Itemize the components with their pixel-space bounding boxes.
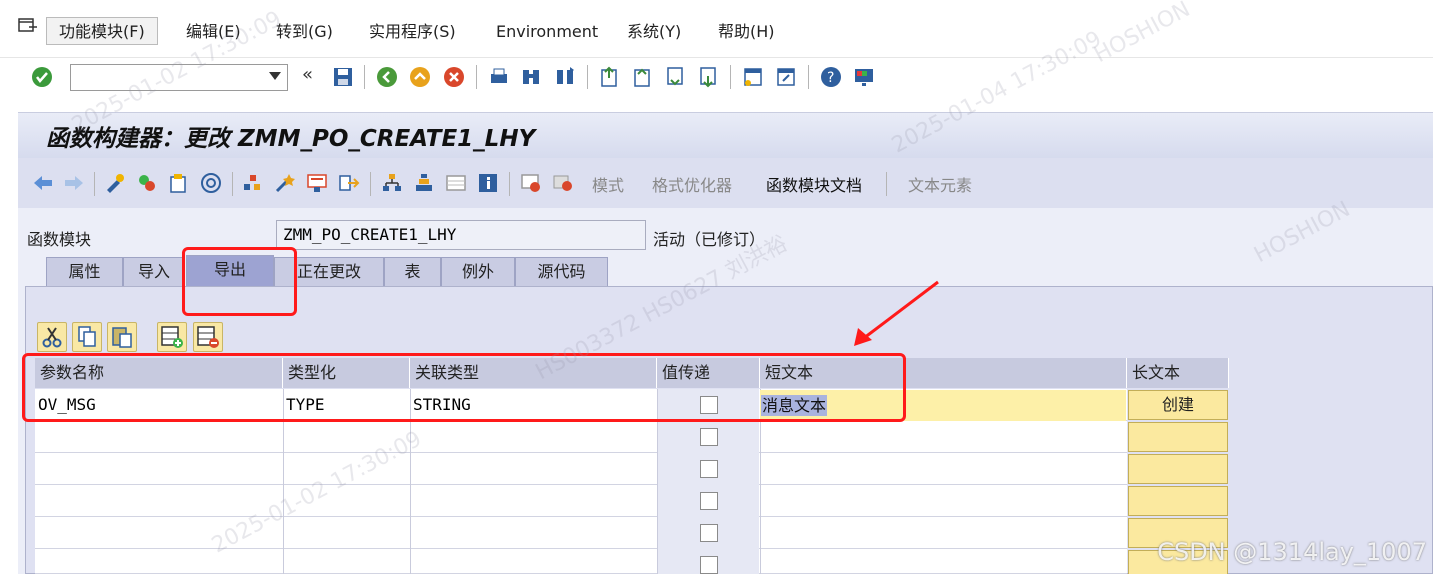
shortcut-icon[interactable] — [775, 66, 797, 88]
menu-environment[interactable]: Environment — [484, 18, 610, 46]
create-session-icon[interactable] — [742, 66, 764, 88]
dropdown-arrow-icon[interactable] — [269, 72, 281, 80]
display-change-icon[interactable] — [104, 172, 126, 194]
menu-goto[interactable]: 转到(G) — [264, 18, 345, 46]
active-inactive-icon[interactable] — [136, 172, 158, 194]
pass-value-checkbox[interactable] — [700, 556, 718, 574]
command-field[interactable] — [70, 64, 288, 91]
table-row — [35, 421, 1127, 453]
menu-function-module[interactable]: 功能模块(F) — [46, 17, 158, 45]
annotation-arrow-icon — [854, 280, 939, 346]
status-text: 活动（已修订） — [653, 230, 766, 249]
toolbar-separator — [808, 65, 809, 89]
table-row — [35, 517, 1127, 549]
table-row — [35, 485, 1127, 517]
last-page-icon[interactable] — [697, 66, 719, 88]
paste-icon — [112, 327, 132, 348]
pass-value-checkbox[interactable] — [700, 428, 718, 446]
scissors-icon — [42, 327, 62, 348]
next-page-icon[interactable] — [664, 66, 686, 88]
header-long-text[interactable]: 长文本 — [1127, 358, 1229, 388]
menu-bar: 功能模块(F) 编辑(E) 转到(G) 实用程序(S) Environment … — [0, 0, 1433, 58]
long-text-button[interactable] — [1128, 454, 1228, 484]
where-used-icon[interactable] — [200, 172, 222, 194]
cancel-icon[interactable] — [443, 66, 465, 88]
previous-page-icon[interactable] — [631, 66, 653, 88]
help-icon[interactable]: ? — [820, 66, 842, 88]
tab-source-code[interactable]: 源代码 — [515, 257, 608, 286]
find-next-icon[interactable] — [554, 66, 576, 88]
fm-documentation-button[interactable]: 函数模块文档 — [766, 172, 862, 196]
check-syntax-icon[interactable] — [168, 172, 190, 194]
copy-button[interactable] — [72, 322, 102, 352]
object-list-icon[interactable] — [242, 172, 264, 194]
insert-icon[interactable] — [338, 172, 360, 194]
delete-row-button[interactable] — [193, 322, 223, 352]
toolbar-separator — [476, 65, 477, 89]
text-elements-button[interactable]: 文本元素 — [908, 172, 972, 196]
long-text-button[interactable] — [1128, 486, 1228, 516]
long-text-button[interactable] — [1128, 422, 1228, 452]
pretty-printer-button[interactable]: 格式优化器 — [652, 172, 732, 196]
copy-icon — [78, 326, 96, 347]
stack-icon[interactable] — [413, 172, 435, 194]
menu-help[interactable]: 帮助(H) — [706, 18, 787, 46]
tab-tables[interactable]: 表 — [384, 257, 441, 286]
sql-icon[interactable] — [552, 172, 574, 194]
table-layout-icon[interactable] — [445, 172, 467, 194]
menu-edit[interactable]: 编辑(E) — [174, 18, 253, 46]
toolbar-separator — [730, 65, 731, 89]
find-icon[interactable] — [520, 66, 542, 88]
export-tab-highlight — [182, 247, 297, 316]
pass-value-checkbox[interactable] — [700, 492, 718, 510]
pattern-icon[interactable] — [306, 172, 328, 194]
toolbar-separator — [370, 172, 371, 196]
hierarchy-icon[interactable] — [381, 172, 403, 194]
csdn-footer-watermark: CSDN @1314lay_1007 — [1157, 538, 1427, 566]
table-row — [35, 549, 1127, 574]
insert-row-icon — [161, 326, 183, 348]
pass-value-checkbox[interactable] — [700, 460, 718, 478]
print-icon[interactable] — [488, 66, 510, 88]
exit-icon[interactable] — [409, 66, 431, 88]
tab-attributes[interactable]: 属性 — [46, 257, 123, 286]
menu-utilities[interactable]: 实用程序(S) — [357, 18, 468, 46]
enter-check-icon[interactable] — [31, 66, 53, 88]
mode-button[interactable]: 模式 — [592, 172, 624, 196]
tab-import[interactable]: 导入 — [123, 257, 185, 286]
insert-row-button[interactable] — [157, 322, 187, 352]
toolbar-separator — [509, 172, 510, 196]
toolbar-separator — [886, 172, 887, 196]
arrow-left-icon[interactable] — [32, 172, 54, 194]
menu-window-icon[interactable] — [18, 18, 38, 34]
create-long-text-button[interactable]: 创建 — [1128, 390, 1228, 420]
svg-text:?: ? — [827, 70, 834, 86]
back-icon[interactable] — [376, 66, 398, 88]
tab-exceptions[interactable]: 例外 — [441, 257, 515, 286]
first-page-icon[interactable] — [598, 66, 620, 88]
pass-value-checkbox[interactable] — [700, 524, 718, 542]
screen-display-icon[interactable] — [520, 172, 542, 194]
title-bar: 函数构建器：更改 ZMM_PO_CREATE1_LHY — [18, 112, 1433, 158]
row-highlight — [22, 353, 906, 422]
toolbar-separator — [364, 65, 365, 89]
arrow-right-icon[interactable] — [63, 172, 85, 194]
toolbar-separator — [94, 172, 95, 196]
table-row — [35, 453, 1127, 485]
save-icon[interactable] — [332, 66, 354, 88]
toolbar-separator — [232, 172, 233, 196]
cut-button[interactable] — [37, 322, 67, 352]
function-module-label: 函数模块 — [27, 230, 92, 249]
paste-button[interactable] — [107, 322, 137, 352]
test-run-icon[interactable] — [274, 172, 296, 194]
menu-system[interactable]: 系统(Y) — [615, 18, 693, 46]
layout-menu-icon[interactable] — [853, 66, 875, 88]
toolbar-separator — [587, 65, 588, 89]
function-module-field[interactable]: ZMM_PO_CREATE1_LHY — [276, 220, 646, 250]
page-title: 函数构建器：更改 ZMM_PO_CREATE1_LHY — [46, 126, 536, 152]
collapse-chevron-icon[interactable]: « — [302, 64, 313, 85]
delete-row-icon — [197, 326, 219, 348]
info-icon[interactable] — [477, 172, 499, 194]
